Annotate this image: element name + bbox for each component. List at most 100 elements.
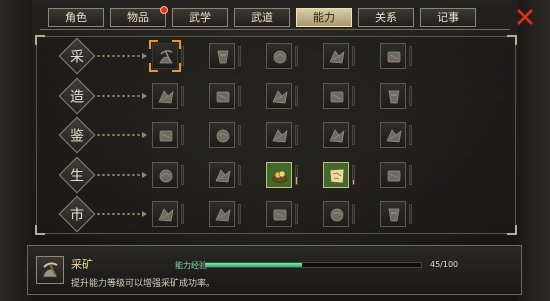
- ability-level-bar: [352, 46, 355, 66]
- ability-slot[interactable]: [323, 162, 349, 188]
- ability-level-bar: [238, 46, 241, 66]
- category-connector: [96, 174, 142, 176]
- ability-level-bar: [295, 125, 298, 145]
- selected-ability-icon-frame: [36, 256, 64, 284]
- category-label-text: 生: [70, 168, 84, 185]
- exp-label: 能力经验: [175, 261, 207, 270]
- category-label-text: 采: [70, 49, 84, 66]
- gold-coin-bowl-icon: [272, 170, 288, 183]
- ability-level-bar: [352, 165, 355, 185]
- exp-bar: [204, 262, 422, 268]
- ability-slot[interactable]: [380, 43, 406, 69]
- ability-slot[interactable]: [209, 201, 235, 227]
- axe-wood-icon: [329, 50, 345, 64]
- fishing-basket-icon: [273, 50, 287, 64]
- cooking-pot-icon: [330, 91, 344, 103]
- category-connector: [96, 134, 142, 136]
- scroll-writing-icon: [215, 169, 231, 183]
- ability-slot[interactable]: [266, 43, 292, 69]
- appraise-weapon-icon: [159, 130, 173, 142]
- tab-4[interactable]: 能力: [296, 8, 352, 27]
- ability-screen: 角色 物品 武学 武道 能力 关系 记事 采矿 提升能力等级可以增强采矿成功率。 能力经验 …: [0, 0, 550, 301]
- tab-label: 记事: [437, 11, 459, 24]
- ability-name: 采矿: [71, 258, 93, 271]
- ability-slot[interactable]: [380, 162, 406, 188]
- ability-level-bar: [295, 86, 298, 106]
- appraise-cloth-icon: [386, 129, 402, 143]
- connector-arrow-icon: [142, 132, 147, 138]
- ability-slot[interactable]: [323, 43, 349, 69]
- ability-slot[interactable]: [209, 162, 235, 188]
- ability-slot[interactable]: [380, 83, 406, 109]
- tailoring-icon: [388, 90, 400, 104]
- ability-slot[interactable]: [152, 201, 178, 227]
- ability-slot[interactable]: [380, 122, 406, 148]
- connector-arrow-icon: [142, 53, 147, 59]
- background-right: [518, 0, 550, 301]
- ability-info-panel: 采矿 提升能力等级可以增强采矿成功率。 能力经验 45/100: [27, 245, 522, 295]
- forge-hammer-icon: [158, 90, 174, 104]
- panel-corner: [507, 225, 517, 235]
- ability-level-bar: [352, 86, 355, 106]
- category-label-text: 造: [70, 89, 84, 106]
- herb-sickle-icon: [217, 50, 229, 64]
- tab-6[interactable]: 记事: [420, 8, 476, 27]
- notification-dot-icon: [160, 6, 168, 14]
- ability-level-bar: [409, 86, 412, 106]
- ability-slot[interactable]: [209, 83, 235, 109]
- ability-slot[interactable]: [209, 43, 235, 69]
- ability-slot[interactable]: [149, 40, 181, 72]
- panel-corner: [507, 35, 517, 45]
- money-pouch-icon: [273, 209, 287, 221]
- cup-vessel-icon: [159, 169, 173, 183]
- ability-slot[interactable]: [266, 201, 292, 227]
- ability-level-bar: [352, 125, 355, 145]
- tab-3[interactable]: 武道: [234, 8, 290, 27]
- ability-slot[interactable]: [323, 201, 349, 227]
- panel-corner: [35, 35, 45, 45]
- tab-label: 物品: [127, 11, 149, 24]
- appraise-food-icon: [329, 129, 345, 143]
- ability-slot[interactable]: [323, 122, 349, 148]
- selection-corner: [172, 63, 181, 72]
- category-connector: [96, 95, 142, 97]
- ability-slot[interactable]: [266, 83, 292, 109]
- tab-5[interactable]: 关系: [358, 8, 414, 27]
- ability-level-bar: [238, 86, 241, 106]
- close-button[interactable]: [514, 6, 536, 28]
- ability-slot[interactable]: [266, 122, 292, 148]
- exp-value: 45/100: [430, 260, 459, 269]
- ability-level-bar: [409, 46, 412, 66]
- tab-1[interactable]: 物品: [110, 6, 168, 27]
- tab-0[interactable]: 角色: [48, 8, 104, 27]
- exp-bar-fill: [205, 263, 303, 267]
- ability-slot[interactable]: [152, 83, 178, 109]
- alchemy-furnace-icon: [272, 90, 288, 104]
- ability-level-bar: [295, 204, 298, 224]
- selection-corner: [149, 63, 158, 72]
- ability-slot[interactable]: [323, 83, 349, 109]
- ability-slot[interactable]: [266, 162, 292, 188]
- ability-slot[interactable]: [152, 162, 178, 188]
- connector-arrow-icon: [142, 211, 147, 217]
- ability-level-bar: [295, 165, 298, 185]
- category-connector: [96, 213, 142, 215]
- tab-2[interactable]: 武学: [172, 8, 228, 27]
- category-label-text: 市: [70, 207, 84, 224]
- ability-slot[interactable]: [209, 122, 235, 148]
- ability-level-bar: [352, 204, 355, 224]
- ability-slot[interactable]: [380, 201, 406, 227]
- tab-divider: [40, 29, 510, 30]
- close-x-icon: [516, 8, 534, 26]
- tab-label: 关系: [375, 11, 397, 24]
- appraise-armor-icon: [216, 129, 230, 143]
- hand-bargain-icon: [158, 208, 174, 222]
- ability-level-bar: [181, 165, 184, 185]
- ability-slot[interactable]: [152, 122, 178, 148]
- category-label-text: 鉴: [70, 128, 84, 145]
- ability-level-bar: [238, 204, 241, 224]
- tab-label: 武学: [189, 11, 211, 24]
- ability-level-fill: [296, 177, 297, 184]
- parchment-map-icon: [329, 168, 345, 184]
- selection-corner: [149, 40, 158, 49]
